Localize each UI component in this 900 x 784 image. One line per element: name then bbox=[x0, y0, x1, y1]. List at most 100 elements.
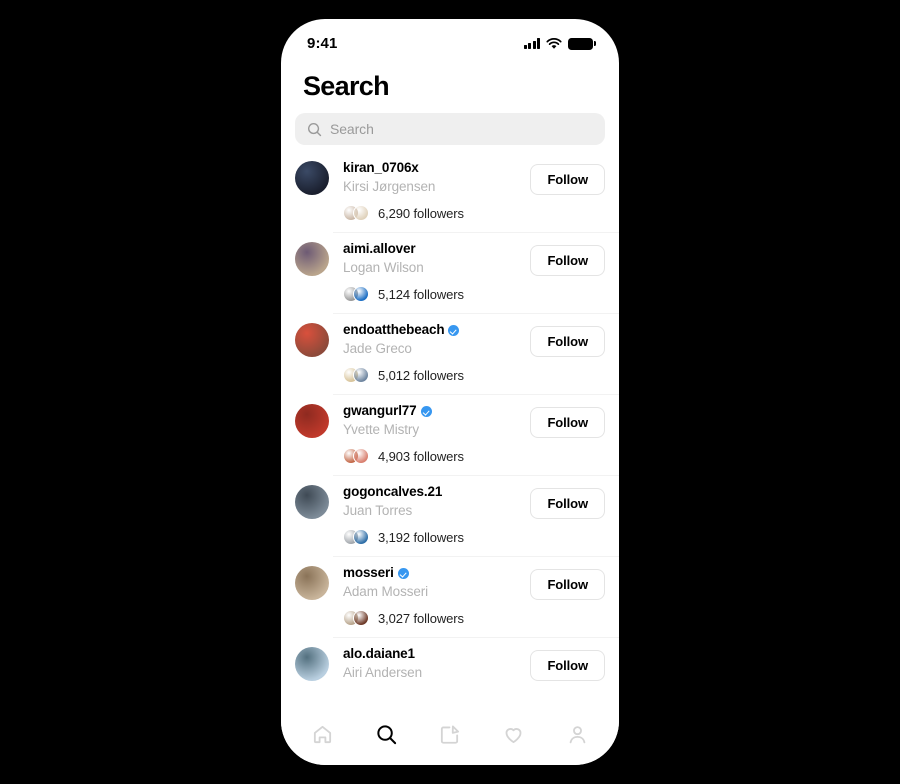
full-name: Airi Andersen bbox=[343, 665, 422, 681]
verified-badge-icon bbox=[448, 325, 460, 337]
mutual-avatar bbox=[353, 448, 369, 465]
tab-profile[interactable] bbox=[555, 714, 599, 754]
search-result-row[interactable]: mosseri Adam Mosseri 3,027 followers Follow bbox=[281, 556, 619, 637]
avatar[interactable] bbox=[295, 161, 329, 196]
row-divider bbox=[333, 556, 619, 558]
username[interactable]: kiran_0706x bbox=[343, 160, 530, 177]
username[interactable]: aimi.allover bbox=[343, 241, 530, 258]
search-result-row[interactable]: gwangurl77 Yvette Mistry 4,903 followers Fo… bbox=[281, 394, 619, 475]
verified-badge-icon bbox=[397, 568, 409, 580]
mutual-avatars bbox=[343, 610, 369, 627]
page-title: Search bbox=[303, 71, 390, 101]
home-icon bbox=[314, 725, 332, 743]
tab-activity[interactable] bbox=[492, 714, 536, 754]
username-label: aimi.allover bbox=[343, 241, 416, 257]
avatar[interactable] bbox=[295, 647, 329, 682]
row-text-block: mosseri Adam Mosseri 3,027 followers bbox=[343, 565, 530, 627]
row-text-block: gogoncalves.21 Juan Torres 3,192 followers bbox=[343, 484, 530, 546]
status-bar: 9:41 bbox=[281, 19, 619, 60]
followers-count: 4,903 followers bbox=[378, 448, 464, 464]
search-result-row[interactable]: gogoncalves.21 Juan Torres 3,192 followers… bbox=[281, 475, 619, 556]
followers-row: 6,290 followers bbox=[343, 205, 530, 222]
followers-count: 5,012 followers bbox=[378, 367, 464, 383]
status-bar-icons bbox=[523, 37, 596, 50]
search-result-row[interactable]: alo.daiane1 Airi Andersen Follow bbox=[281, 637, 619, 709]
follow-button[interactable]: Follow bbox=[530, 326, 605, 358]
mutual-avatar bbox=[353, 610, 369, 627]
mutual-avatars bbox=[343, 205, 369, 222]
row-text-block: kiran_0706x Kirsi Jørgensen 6,290 follower… bbox=[343, 160, 530, 222]
avatar[interactable] bbox=[295, 323, 329, 358]
tab-home[interactable] bbox=[301, 714, 345, 754]
followers-count: 3,027 followers bbox=[378, 610, 464, 626]
mutual-avatars bbox=[343, 367, 369, 384]
search-result-row[interactable]: endoatthebeach Jade Greco 5,012 followers F… bbox=[281, 313, 619, 394]
wifi-icon bbox=[546, 37, 562, 49]
follow-button[interactable]: Follow bbox=[530, 569, 605, 601]
tab-search[interactable] bbox=[364, 714, 408, 754]
row-text-block: gwangurl77 Yvette Mistry 4,903 followers bbox=[343, 403, 530, 465]
tab-compose[interactable] bbox=[428, 714, 472, 754]
username-label: kiran_0706x bbox=[343, 160, 419, 176]
username[interactable]: alo.daiane1 bbox=[343, 646, 530, 663]
followers-row: 4,903 followers bbox=[343, 448, 530, 465]
avatar[interactable] bbox=[295, 242, 329, 277]
row-text-block: aimi.allover Logan Wilson 5,124 followers bbox=[343, 241, 530, 303]
mutual-avatar bbox=[353, 205, 369, 222]
full-name: Jade Greco bbox=[343, 341, 412, 357]
search-results-list[interactable]: kiran_0706x Kirsi Jørgensen 6,290 follower… bbox=[281, 145, 619, 709]
followers-row: 3,192 followers bbox=[343, 529, 530, 546]
row-divider bbox=[333, 313, 619, 315]
username-label: gwangurl77 bbox=[343, 403, 417, 419]
heart-icon bbox=[505, 727, 522, 743]
search-result-row[interactable]: aimi.allover Logan Wilson 5,124 followers F… bbox=[281, 232, 619, 313]
username[interactable]: gwangurl77 bbox=[343, 403, 530, 420]
search-input-placeholder: Search bbox=[330, 121, 374, 138]
profile-icon bbox=[569, 725, 585, 743]
username[interactable]: mosseri bbox=[343, 565, 530, 582]
username-label: mosseri bbox=[343, 565, 394, 581]
mutual-avatar bbox=[353, 367, 369, 384]
bottom-tab-bar[interactable] bbox=[281, 709, 619, 765]
username[interactable]: gogoncalves.21 bbox=[343, 484, 530, 501]
follow-button[interactable]: Follow bbox=[530, 407, 605, 439]
follow-button[interactable]: Follow bbox=[530, 488, 605, 520]
followers-count: 5,124 followers bbox=[378, 286, 464, 302]
username-label: gogoncalves.21 bbox=[343, 484, 443, 500]
full-name: Logan Wilson bbox=[343, 260, 424, 276]
row-text-block: endoatthebeach Jade Greco 5,012 followers bbox=[343, 322, 530, 384]
avatar[interactable] bbox=[295, 404, 329, 439]
mutual-avatar bbox=[353, 529, 369, 546]
follow-button[interactable]: Follow bbox=[530, 650, 605, 682]
avatar[interactable] bbox=[295, 566, 329, 601]
mutual-avatar bbox=[353, 286, 369, 303]
username-label: alo.daiane1 bbox=[343, 646, 415, 662]
search-bar-container: Search bbox=[281, 100, 619, 146]
full-name: Kirsi Jørgensen bbox=[343, 179, 436, 195]
phone-device-frame: 9:41 Search Search kiran_0706x Kirsi Jør… bbox=[281, 19, 619, 765]
search-icon bbox=[377, 724, 397, 744]
avatar[interactable] bbox=[295, 485, 329, 520]
screenshot-root: 9:41 Search Search kiran_0706x Kirsi Jør… bbox=[0, 0, 900, 784]
mutual-avatars bbox=[343, 286, 369, 303]
full-name: Yvette Mistry bbox=[343, 422, 419, 438]
verified-badge-icon bbox=[420, 406, 432, 418]
search-result-row[interactable]: kiran_0706x Kirsi Jørgensen 6,290 follower… bbox=[281, 151, 619, 232]
follow-button[interactable]: Follow bbox=[530, 164, 605, 196]
row-divider bbox=[333, 637, 619, 639]
followers-count: 3,192 followers bbox=[378, 529, 464, 545]
username[interactable]: endoatthebeach bbox=[343, 322, 530, 339]
row-divider bbox=[333, 232, 619, 234]
status-bar-time: 9:41 bbox=[307, 35, 338, 52]
row-divider bbox=[333, 394, 619, 396]
mutual-avatars bbox=[343, 448, 369, 465]
username-label: endoatthebeach bbox=[343, 322, 445, 338]
battery-icon bbox=[568, 37, 596, 50]
followers-row: 5,012 followers bbox=[343, 367, 530, 384]
search-input[interactable]: Search bbox=[295, 113, 605, 146]
search-icon bbox=[307, 122, 322, 137]
compose-icon bbox=[441, 724, 460, 744]
follow-button[interactable]: Follow bbox=[530, 245, 605, 277]
cellular-bars-icon bbox=[523, 38, 540, 49]
mutual-avatars bbox=[343, 529, 369, 546]
